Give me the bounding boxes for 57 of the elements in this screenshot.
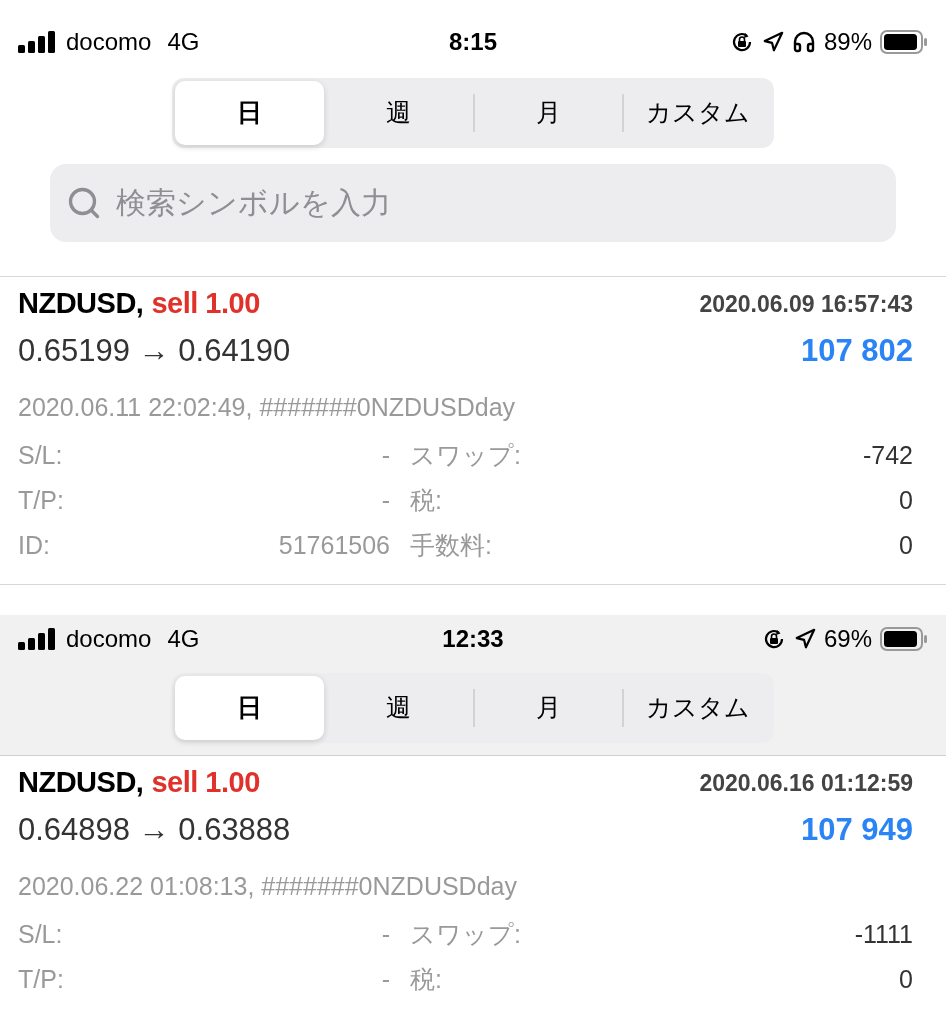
segment-tab[interactable]: 日 <box>175 81 324 145</box>
detail-value: - <box>381 439 390 471</box>
search-field[interactable]: 検索シンボルを入力 <box>50 164 896 242</box>
battery-icon <box>880 30 928 54</box>
detail-value: 0 <box>899 963 913 995</box>
segment-tab[interactable]: 月 <box>475 81 622 145</box>
signal-icon <box>18 628 58 650</box>
segment-tab[interactable]: 週 <box>324 81 473 145</box>
location-arrow-icon <box>761 31 784 53</box>
segment-tab[interactable]: カスタム <box>624 81 771 145</box>
network-type: 4G <box>167 27 200 57</box>
battery-icon <box>880 627 928 651</box>
headphones-icon <box>791 30 816 54</box>
close-info: 2020.06.11 22:02:49, #######0NZDUSDday <box>18 392 516 424</box>
detail-value: 0 <box>899 529 913 561</box>
detail-label: S/L: <box>18 439 63 471</box>
segment-tab[interactable]: 日 <box>175 676 324 740</box>
profit-value: 107 949 <box>800 810 913 849</box>
detail-label: 税: <box>410 963 442 995</box>
symbol-name: NZDUSD, <box>18 286 144 322</box>
detail-label: スワップ: <box>410 918 521 950</box>
clock-time: 12:33 <box>442 624 504 654</box>
trade-side: sell 1.00 <box>151 286 260 322</box>
detail-value: 0 <box>899 484 913 516</box>
carrier-name: docomo <box>66 27 152 57</box>
price-change: 0.65199 → 0.64190 <box>18 331 291 370</box>
detail-label: 手数料: <box>410 529 492 561</box>
profit-value: 107 802 <box>800 331 913 370</box>
battery-percent: 69% <box>823 624 872 654</box>
open-time: 2020.06.09 16:57:43 <box>699 289 913 319</box>
battery-percent: 89% <box>823 27 872 57</box>
detail-label: T/P: <box>18 484 64 516</box>
trade-side: sell 1.00 <box>151 765 260 801</box>
detail-value: - <box>381 918 390 950</box>
search-icon <box>66 185 102 221</box>
detail-value: -742 <box>862 439 913 471</box>
detail-value: 51761506 <box>278 529 390 561</box>
segment-tab[interactable]: 月 <box>475 676 622 740</box>
segment-tab[interactable]: 週 <box>324 676 473 740</box>
clock-time: 8:15 <box>448 27 497 57</box>
network-type: 4G <box>167 624 200 654</box>
detail-value: - <box>381 484 390 516</box>
segment-tab[interactable]: カスタム <box>624 676 771 740</box>
open-time: 2020.06.16 01:12:59 <box>699 768 913 798</box>
detail-label: ID: <box>18 529 50 561</box>
close-info: 2020.06.22 01:08:13, #######0NZDUSDday <box>18 871 517 903</box>
detail-label: T/P: <box>18 963 64 995</box>
symbol-name: NZDUSD, <box>18 765 144 801</box>
price-change: 0.64898 → 0.63888 <box>18 810 291 849</box>
detail-value: - <box>381 963 390 995</box>
detail-label: S/L: <box>18 918 63 950</box>
location-arrow-icon <box>793 628 816 650</box>
carrier-name: docomo <box>66 624 152 654</box>
detail-label: 税: <box>410 484 442 516</box>
detail-label: スワップ: <box>410 439 521 471</box>
signal-icon <box>18 31 58 53</box>
detail-value: -1111 <box>854 918 913 950</box>
